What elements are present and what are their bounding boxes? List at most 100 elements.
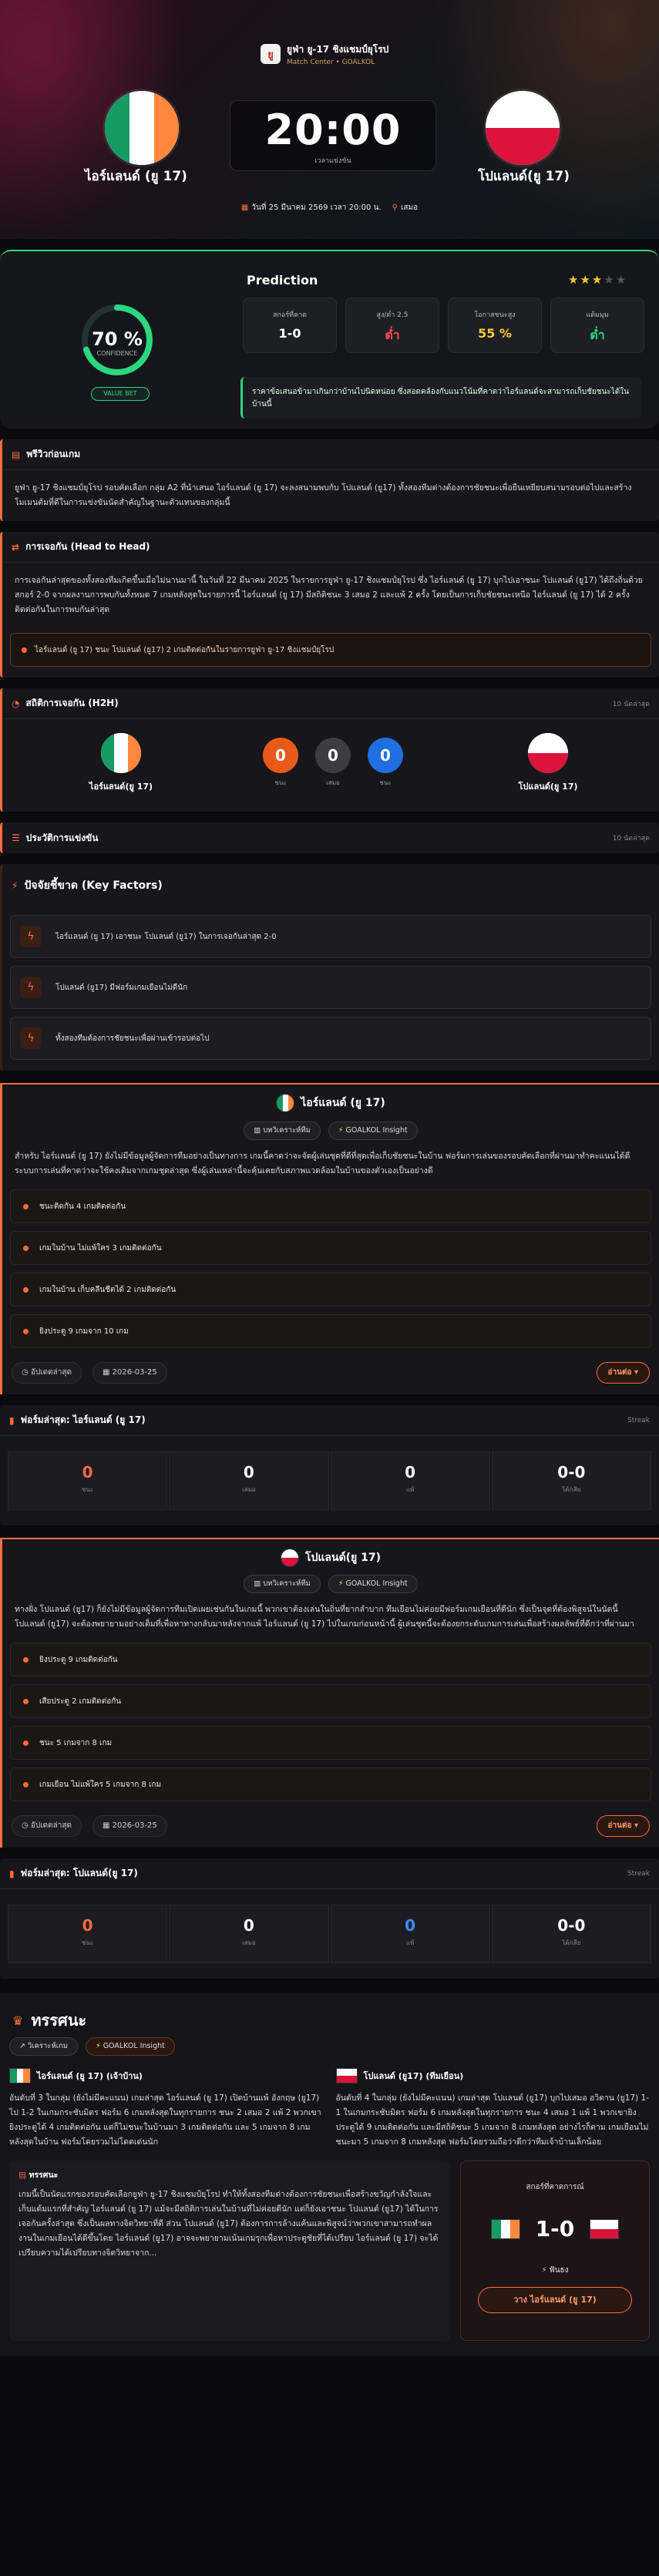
stat-win-chance: โอกาสชนะสูง 55 % [448, 298, 542, 353]
match-meta: ▦ วันที่ 25 มีนาคม 2569 เวลา 20:00 น. ⚲ เส… [0, 202, 659, 214]
away-team-name[interactable]: โปแลนด์(ยู 17) [478, 166, 570, 187]
bar-chart-icon: ▮ [9, 1868, 15, 1879]
form-value: 0 [82, 1463, 93, 1481]
form-cell-draws: 0 เสมอ [169, 1451, 329, 1510]
stat-label: สกอร์ที่คาด [272, 311, 308, 319]
bullet-dot-icon [23, 1328, 29, 1334]
away-team-card-name: โปแลนด์(ยู 17) [280, 1549, 382, 1567]
verdict-text: เกมนี้เป็นนัดแรกของรอบคัดเลือกยูฟ่า ยู-1… [18, 2190, 439, 2258]
team-analysis-pill[interactable]: ▥ บทวิเคราะห์ทีม [244, 1575, 321, 1593]
h2h-wins: 0 [263, 738, 298, 773]
bullet-dot-icon [23, 1698, 29, 1704]
stat-corners: แต้มมุม ต่ำ [550, 298, 644, 353]
clock-icon: ◷ [22, 1821, 31, 1830]
prediction-title: Prediction [247, 273, 318, 288]
form-label: เสมอ [242, 1486, 256, 1493]
form-value: 0 [243, 1463, 254, 1481]
h2h-wins-label: ชนะ [274, 779, 287, 786]
star-filled-icon: ★ [580, 273, 592, 287]
read-more-button[interactable]: อ่านต่อ ▾ [596, 1815, 650, 1837]
kickoff-note: เวลาแข่งขัน [314, 157, 351, 165]
competition-history-title: ประวัติการแข่งขัน [25, 832, 99, 843]
form-cell-wins: 0 ชนะ [8, 1905, 168, 1963]
bolt-icon: ⚡ [95, 2042, 103, 2050]
form-cell-losses: 0 แพ้ [330, 1451, 490, 1510]
form-label: ชนะ [82, 1939, 94, 1946]
analysis-section: ♛ ทรรศนะ ↗ วิเคราะห์เกม ⚡ GOALKOL Insight… [0, 1993, 659, 2356]
read-more-button[interactable]: อ่านต่อ ▾ [596, 1362, 650, 1384]
confidence-label: CONFIDENCE [96, 350, 138, 357]
h2h-draws: 0 [315, 738, 351, 773]
home-bullet: ชนะติดกัน 4 เกมติดต่อกัน [10, 1189, 651, 1223]
predicted-score-title: สกอร์ที่คาดการณ์ [526, 2183, 584, 2191]
verdict-box: ▤ ทรรศนะ เกมนี้เป็นนัดแรกของรอบคัดเลือกย… [9, 2161, 451, 2341]
key-factor-text: โปแลนด์ (ยู17) มีฟอร์มเกมเยือนไม่ดีนัก [55, 983, 188, 992]
team-name-text: โปแลนด์(ยู 17) [304, 1552, 382, 1564]
bullet-text: เกมเยือน ไม่แพ้ใคร 5 เกมจาก 8 เกม [39, 1780, 162, 1789]
stat-value: ต่ำ [385, 328, 400, 342]
away-analysis-column: โปแลนด์ (ยู17) (ทีมเยือน) อันดับที่ 4 ใน… [335, 2068, 651, 2150]
star-filled-icon: ★ [591, 273, 604, 287]
stat-value: 55 % [478, 326, 512, 341]
updated-label-text: อัปเดตล่าสุด [30, 1821, 72, 1830]
bullet-text: ยิงประตู 9 เกมติดต่อกัน [39, 1655, 118, 1664]
h2h-quote-text: ไอร์แลนด์ (ยู 17) ชนะ โปแลนด์ (ยู17) 2 เ… [35, 645, 335, 654]
streak-label: Streak [627, 1416, 650, 1424]
updated-date: ▦ 2026-03-25 [92, 1362, 167, 1384]
analysis-title: ทรรศนะ [31, 2011, 87, 2030]
pick-label: ฟันธง [549, 2266, 569, 2275]
away-bullet: เกมเยือน ไม่แพ้ใคร 5 เกมจาก 8 เกม [10, 1767, 651, 1801]
away-form-card: ▮ ฟอร์มล่าสุด: โปแลนด์(ยู 17) Streak 0 ชนะ … [0, 1858, 659, 1979]
poland-flag-icon [590, 2218, 620, 2239]
handshake-icon: ⇄ [12, 541, 20, 553]
key-factor-item: ϟ ทั้งสองทีมต้องการชัยชนะเพื่อผ่านเข้ารอบ… [10, 1017, 651, 1060]
prediction-note: ราคาข้อเสนอข้ามาเกินกว่าบ้านไปนิดหน่อย ซ… [240, 377, 641, 419]
form-label: ได้/เสีย [562, 1939, 581, 1946]
book-icon: ▥ [254, 1579, 264, 1588]
league-logo: ยู [261, 44, 281, 64]
tab-game-analysis[interactable]: ↗ วิเคราะห์เกม [9, 2037, 78, 2056]
form-cell-goals: 0-0 ได้/เสีย [491, 1905, 651, 1963]
h2h-history-text: การเจอกันล่าสุดของทั้งสองทีมเกิดขึ้นเมื่… [15, 576, 643, 614]
preview-text: ยูฟ่า ยู-17 ชิงแชมป์ยุโรป รอบคัดเลือก กล… [15, 483, 632, 507]
updated-date: ▦ 2026-03-25 [92, 1815, 167, 1837]
bullet-dot-icon [23, 1740, 29, 1746]
competition-history-card[interactable]: ☰ ประวัติการแข่งขัน 10 นัดล่าสุด [0, 822, 659, 853]
home-form-title: ฟอร์มล่าสุด: ไอร์แลนด์ (ยู 17) [20, 1414, 146, 1425]
prediction-card: 70 % CONFIDENCE VALUE BET Prediction ★★★… [0, 250, 659, 429]
bolt-icon: ϟ [20, 977, 42, 998]
form-label: แพ้ [405, 1939, 415, 1946]
ireland-flag-icon [490, 2218, 520, 2239]
goalkol-insight-pill[interactable]: ⚡ GOALKOL Insight [328, 1122, 418, 1140]
updated-date-text: 2026-03-25 [112, 1368, 157, 1377]
pick-button[interactable]: วาง ไอร์แลนด์ (ยู 17) [478, 2287, 632, 2313]
home-team-name[interactable]: ไอร์แลนด์ (ยู 17) [85, 166, 187, 187]
goalkol-insight-pill[interactable]: ⚡ GOALKOL Insight [328, 1575, 418, 1593]
stats-icon: ◔ [12, 698, 20, 709]
home-form-card: ▮ ฟอร์มล่าสุด: ไอร์แลนด์ (ยู 17) Streak 0 ช… [0, 1405, 659, 1525]
updated-date-text: 2026-03-25 [112, 1821, 157, 1830]
verdict-title: ทรรศนะ [29, 2171, 59, 2180]
tab-goalkol-insight[interactable]: ⚡ GOALKOL Insight [85, 2037, 175, 2056]
away-team-analysis-text: ทางฝั่ง โปแลนด์ (ยู17) ก็ยังไม่มีข้อมูลผ… [15, 1605, 634, 1629]
away-team-flag[interactable] [486, 91, 560, 165]
league-header[interactable]: ยู ยูฟ่า ยู-17 ชิงแชมป์ยุโรป Match Cente… [261, 39, 399, 69]
away-flag-icon [528, 733, 568, 773]
bullet-text: ยิงประตู 9 เกมจาก 10 เกม [39, 1327, 129, 1336]
bar-chart-icon: ▮ [9, 1414, 15, 1426]
trophy-icon: ♛ [12, 2013, 24, 2028]
pill-label: บทวิเคราะห์ทีม [263, 1126, 311, 1135]
updated-label: ◷ อัปเดตล่าสุด [12, 1362, 82, 1384]
away-bullet: ชนะ 5 เกมจาก 8 เกม [10, 1726, 651, 1760]
bullet-dot-icon [23, 1286, 29, 1293]
home-team-flag[interactable] [105, 91, 179, 165]
stat-value: ต่ำ [590, 328, 605, 342]
form-value: 0 [405, 1463, 416, 1481]
stat-over-under: สูง/ต่ำ 2.5 ต่ำ [345, 298, 439, 353]
form-value: 0-0 [557, 1463, 586, 1481]
team-analysis-pill[interactable]: ▥ บทวิเคราะห์ทีม [244, 1122, 321, 1140]
stat-label: สูง/ต่ำ 2.5 [376, 311, 409, 319]
key-factor-text: ไอร์แลนด์ (ยู 17) เอาชนะ โปแลนด์ (ยู17) … [55, 932, 277, 941]
home-form-stats: 0 ชนะ 0 เสมอ 0 แพ้ 0-0 ได้/เสีย [8, 1436, 651, 1525]
key-factor-item: ϟ ไอร์แลนด์ (ยู 17) เอาชนะ โปแลนด์ (ยู17)… [10, 915, 651, 958]
